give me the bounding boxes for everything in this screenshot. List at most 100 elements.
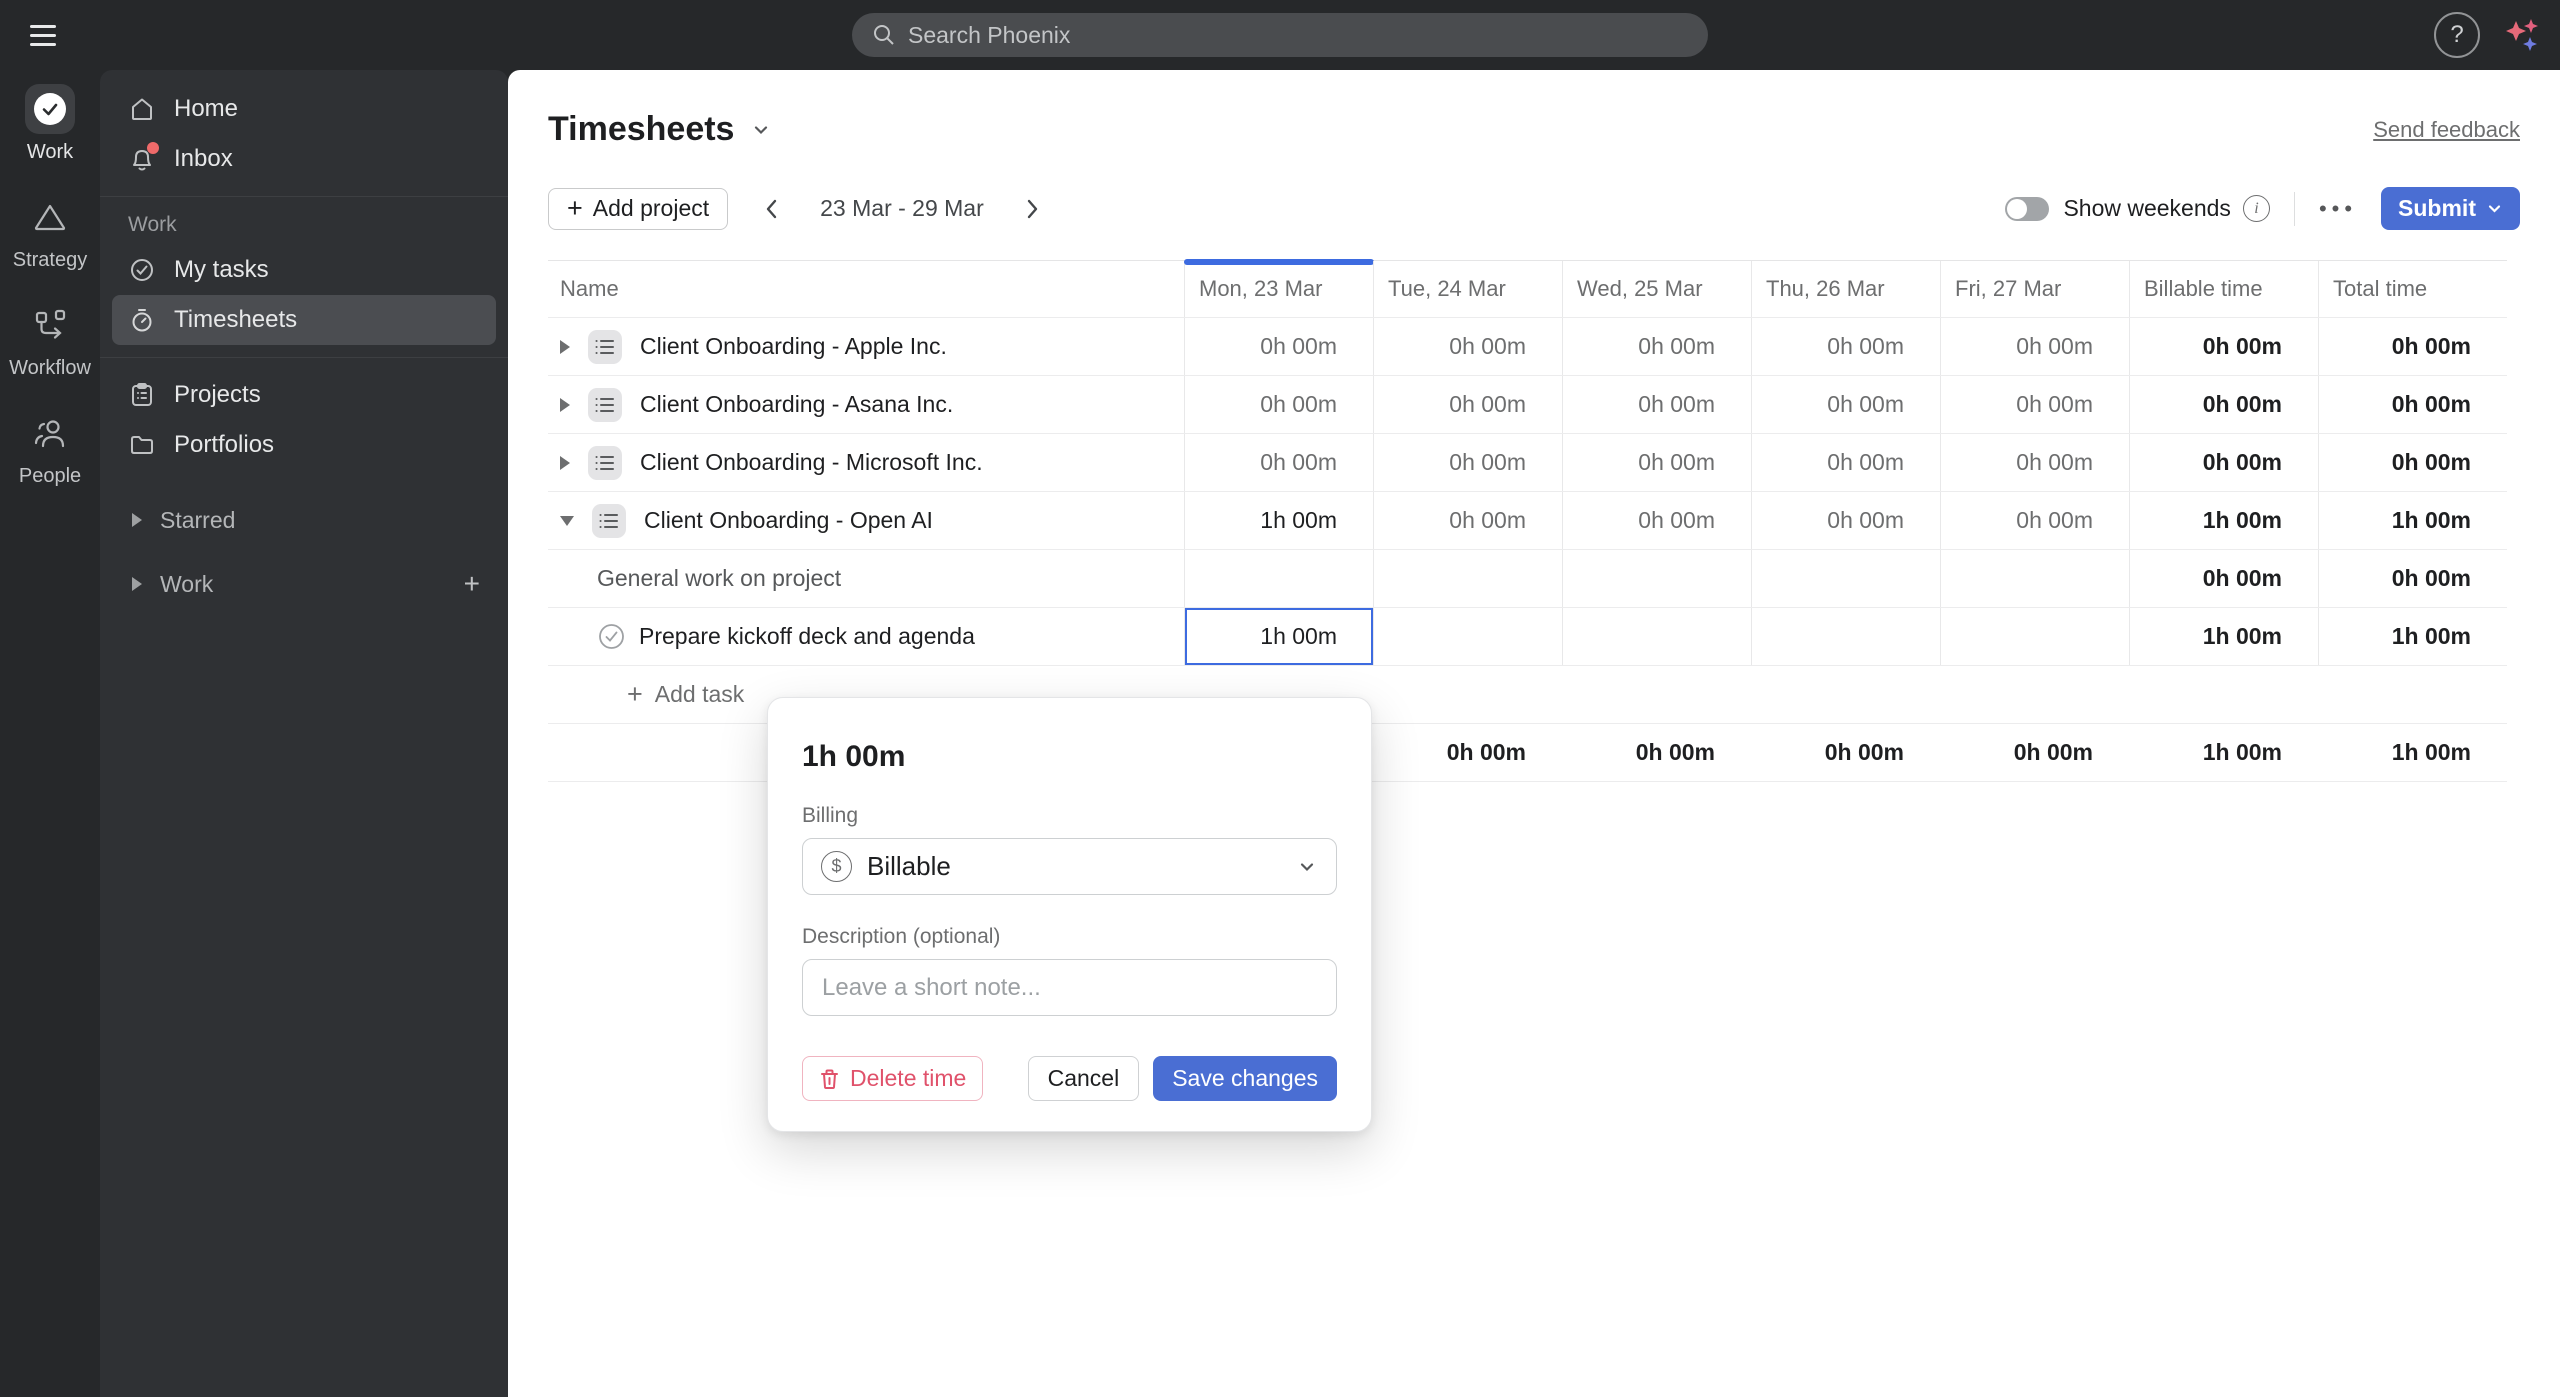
rail-item-workflow[interactable]: Workflow [9,300,91,380]
project-list-icon [588,329,622,364]
ai-sparkles-icon[interactable] [2500,13,2544,57]
rail-item-work[interactable]: Work [25,84,75,164]
time-cell-day-1[interactable]: 0h 00m [1184,318,1373,375]
empty-cell [2318,666,2507,723]
time-cell-day-4[interactable] [1751,550,1940,607]
time-cell-day-3[interactable] [1562,550,1751,607]
cancel-button[interactable]: Cancel [1027,1056,1140,1101]
total-time-cell: 0h 00m [2318,550,2507,607]
time-cell-day-5[interactable] [1940,608,2129,665]
help-button[interactable]: ? [2434,12,2480,58]
time-cell-day-5[interactable]: 0h 00m [1940,492,2129,549]
work-check-icon [34,93,66,125]
sidebar-item-inbox[interactable]: Inbox [100,134,508,184]
title-chevron-down-icon[interactable] [750,119,772,141]
expand-caret-icon[interactable] [560,455,570,470]
column-header-thu-26-mar[interactable]: Thu, 26 Mar [1751,261,1940,317]
billable-time-cell: 0h 00m [2129,318,2318,375]
time-cell-day-1[interactable]: 0h 00m [1184,434,1373,491]
total-time-cell: 0h 00m [2318,376,2507,433]
column-header-mon-23-mar[interactable]: Mon, 23 Mar [1184,259,1374,317]
row-label[interactable]: Client Onboarding - Asana Inc. [640,391,953,418]
row-label[interactable]: Client Onboarding - Apple Inc. [640,333,947,360]
time-cell-day-3[interactable]: 0h 00m [1562,492,1751,549]
time-cell-day-3[interactable] [1562,608,1751,665]
row-label[interactable]: Prepare kickoff deck and agenda [639,623,975,650]
empty-cell [1373,666,1562,723]
send-feedback-link[interactable]: Send feedback [2373,117,2520,143]
time-cell-day-2[interactable]: 0h 00m [1373,376,1562,433]
save-changes-button[interactable]: Save changes [1153,1056,1337,1101]
global-search-input[interactable]: Search Phoenix [852,13,1708,57]
time-cell-day-4[interactable]: 0h 00m [1751,492,1940,549]
column-header-label: Thu, 26 Mar [1766,276,1885,301]
time-cell-day-3[interactable]: 0h 00m [1562,376,1751,433]
time-cell-day-2[interactable]: 0h 00m [1373,318,1562,375]
show-weekends-toggle[interactable] [2005,196,2050,221]
sidebar-item-my-tasks[interactable]: My tasks [100,245,508,295]
strategy-triangle-icon [33,202,67,232]
hamburger-menu-icon[interactable] [30,19,60,52]
time-cell-day-2[interactable] [1373,550,1562,607]
previous-week-button[interactable] [754,189,790,229]
sidebar-group-starred[interactable]: Starred [100,496,508,544]
description-input[interactable] [802,959,1337,1016]
time-cell-day-2[interactable] [1373,608,1562,665]
row-label[interactable]: Client Onboarding - Open AI [644,507,933,534]
sidebar-item-home[interactable]: Home [100,84,508,134]
time-cell-day-1[interactable] [1184,550,1373,607]
expand-caret-icon[interactable] [560,397,570,412]
sidebar-divider [100,196,508,197]
column-header-total-time[interactable]: Total time [2318,261,2507,317]
add-project-button[interactable]: + Add project [548,187,729,230]
collapse-caret-icon[interactable] [560,515,574,526]
column-header-name: Name [548,261,1184,317]
row-label[interactable]: Client Onboarding - Microsoft Inc. [640,449,983,476]
portfolios-folder-icon [128,432,156,458]
time-cell-day-4[interactable] [1751,608,1940,665]
time-cell-day-3[interactable]: 0h 00m [1562,434,1751,491]
inbox-bell-icon [128,142,159,172]
billable-time-cell: 0h 00m [2129,434,2318,491]
time-cell-day-4[interactable]: 0h 00m [1751,434,1940,491]
more-options-button[interactable]: ••• [2319,196,2357,222]
rail-item-people[interactable]: People [19,408,81,488]
column-header-tue-24-mar[interactable]: Tue, 24 Mar [1373,261,1562,317]
description-label: Description (optional) [802,925,1001,948]
time-cell-day-1[interactable]: 0h 00m [1184,376,1373,433]
sidebar-divider [100,357,508,358]
billable-time-cell: 1h 00m [2129,608,2318,665]
sidebar-item-projects[interactable]: Projects [100,370,508,420]
time-cell-day-1[interactable]: 1h 00m [1184,492,1373,549]
time-cell-day-2[interactable]: 0h 00m [1373,492,1562,549]
column-header-wed-25-mar[interactable]: Wed, 25 Mar [1562,261,1751,317]
time-cell-day-5[interactable]: 0h 00m [1940,376,2129,433]
submit-button[interactable]: Submit [2381,187,2520,230]
rail-item-strategy[interactable]: Strategy [13,192,87,272]
column-header-label: Mon, 23 Mar [1199,276,1323,301]
time-cell-day-4[interactable]: 0h 00m [1751,318,1940,375]
sidebar-item-timesheets[interactable]: Timesheets [112,295,496,345]
time-cell-day-5[interactable]: 0h 00m [1940,318,2129,375]
time-cell-day-2[interactable]: 0h 00m [1373,434,1562,491]
time-cell-day-1[interactable]: 1h 00m [1184,608,1373,665]
next-week-button[interactable] [1014,189,1050,229]
info-icon[interactable]: i [2242,195,2270,222]
time-cell-day-4[interactable]: 0h 00m [1751,376,1940,433]
time-cell-day-5[interactable] [1940,550,2129,607]
add-workspace-icon[interactable]: + [464,568,480,600]
billable-time-cell: 0h 00m [2129,376,2318,433]
workflow-nodes-icon [33,309,67,341]
project-list-icon [592,503,626,538]
time-cell-day-3[interactable]: 0h 00m [1562,318,1751,375]
task-check-icon[interactable] [598,623,625,650]
column-header-fri-27-mar[interactable]: Fri, 27 Mar [1940,261,2129,317]
billing-select[interactable]: $ Billable [802,838,1337,895]
sidebar-group-work[interactable]: Work + [100,560,508,608]
delete-time-button[interactable]: Delete time [802,1056,984,1101]
time-cell-day-5[interactable]: 0h 00m [1940,434,2129,491]
sidebar-item-portfolios[interactable]: Portfolios [100,420,508,470]
column-header-billable-time[interactable]: Billable time [2129,261,2318,317]
total-time-cell: 0h 00m [2318,434,2507,491]
expand-caret-icon[interactable] [560,339,570,354]
